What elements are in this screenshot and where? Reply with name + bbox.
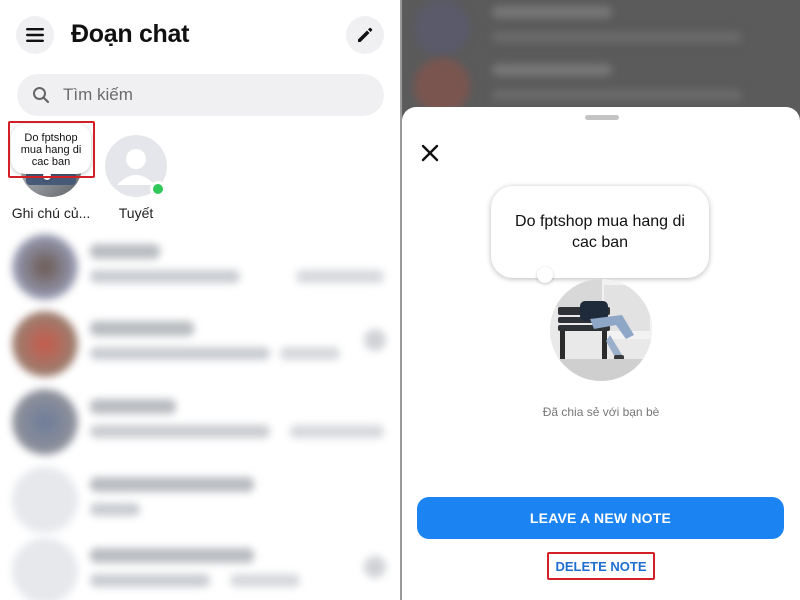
- note-bottom-sheet: Do fptshop mua hang di cac ban Đã chia s…: [402, 107, 800, 600]
- story-contact[interactable]: Tuyết: [88, 135, 184, 221]
- delete-note-button[interactable]: DELETE NOTE: [547, 552, 655, 580]
- compose-button[interactable]: [346, 16, 384, 54]
- highlight-box: [8, 121, 95, 178]
- avatar: [105, 135, 167, 197]
- note-bubble: Do fptshop mua hang di cac ban: [491, 186, 709, 278]
- pencil-compose-icon: [358, 27, 373, 42]
- hamburger-menu-icon: [26, 28, 44, 42]
- list-item: [402, 54, 800, 114]
- online-status-dot: [150, 181, 166, 197]
- list-item[interactable]: [0, 381, 400, 461]
- bubble-tail: [537, 267, 553, 283]
- chat-list-screen: Đoạn chat Ghi chú củ... Do fptshop mua h…: [0, 0, 400, 600]
- story-name: Ghi chú củ...: [11, 205, 91, 221]
- drag-handle[interactable]: [585, 115, 619, 120]
- story-name: Tuyết: [118, 205, 154, 221]
- list-item[interactable]: [0, 459, 400, 539]
- page-title: Đoạn chat: [71, 20, 190, 48]
- search-icon: [33, 87, 50, 104]
- list-item[interactable]: [0, 303, 400, 383]
- search-input[interactable]: [63, 74, 363, 116]
- menu-button[interactable]: [16, 16, 54, 54]
- leave-new-note-button[interactable]: LEAVE A NEW NOTE: [417, 497, 784, 539]
- list-item[interactable]: [0, 226, 400, 306]
- avatar: [550, 279, 652, 381]
- close-icon: [421, 144, 439, 162]
- list-item: [402, 0, 800, 56]
- profile-photo: [550, 279, 652, 381]
- search-bar[interactable]: [17, 74, 384, 116]
- close-button[interactable]: [418, 141, 442, 165]
- chat-list-header: Đoạn chat: [0, 0, 400, 70]
- shared-with-friends-label: Đã chia sẻ với bạn bè: [542, 405, 660, 419]
- list-item[interactable]: [0, 530, 400, 600]
- note-detail-screen: Do fptshop mua hang di cac ban Đã chia s…: [402, 0, 800, 600]
